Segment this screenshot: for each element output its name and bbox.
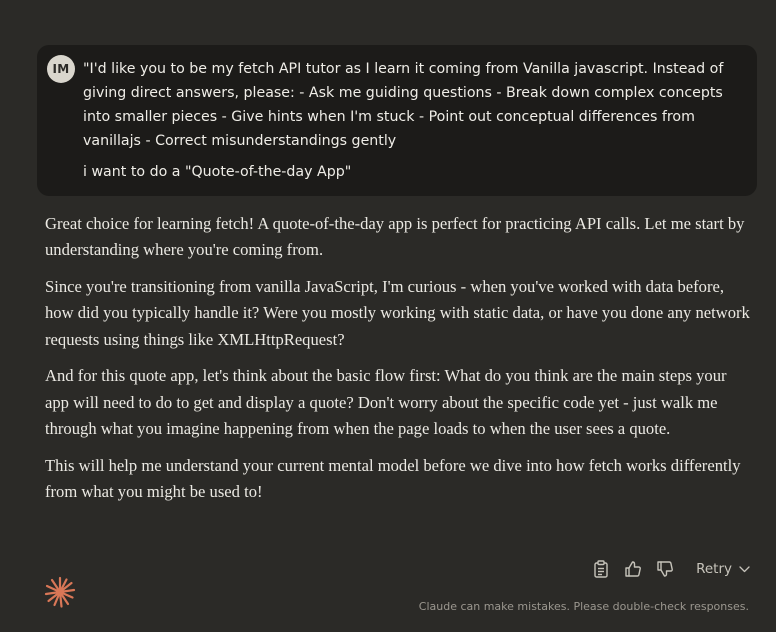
user-message-paragraph: i want to do a "Quote-of-the-day App" (83, 164, 352, 180)
user-message: IM "I'd like you to be my fetch API tuto… (37, 45, 757, 196)
assistant-paragraph: Great choice for learning fetch! A quote… (45, 214, 745, 260)
thumbs-up-icon[interactable] (621, 557, 645, 581)
user-message-text: "I'd like you to be my fetch API tutor a… (83, 57, 733, 184)
assistant-message: Great choice for learning fetch! A quote… (45, 211, 750, 516)
assistant-paragraph: Since you're transitioning from vanilla … (45, 277, 750, 349)
thumbs-down-icon[interactable] (653, 557, 677, 581)
assistant-paragraph: This will help me understand your curren… (45, 455, 741, 502)
claude-logo-icon (44, 576, 76, 608)
assistant-paragraph: And for this quote app, let's think abou… (45, 366, 727, 439)
retry-label: Retry (696, 561, 732, 577)
message-actions: Retry (581, 557, 750, 581)
user-message-paragraph: "I'd like you to be my fetch API tutor a… (83, 61, 724, 149)
chevron-down-icon (739, 565, 750, 572)
retry-button[interactable]: Retry (696, 561, 750, 577)
disclaimer-text: Claude can make mistakes. Please double-… (418, 600, 749, 613)
clipboard-icon[interactable] (589, 557, 613, 581)
avatar[interactable]: IM (47, 55, 75, 83)
